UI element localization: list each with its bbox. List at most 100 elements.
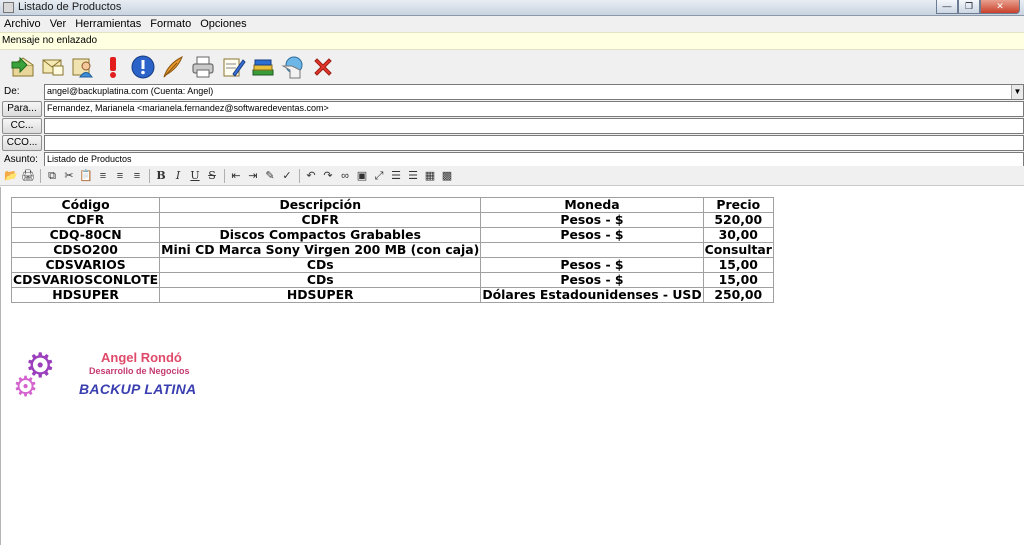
cell-codigo: CDSVARIOS xyxy=(10,257,161,273)
table-row: CDFR CDFR Pesos - $ 520,00 xyxy=(10,212,774,228)
cell-codigo: CDFR xyxy=(10,212,161,228)
table-header-row: Código Descripción Moneda Precio xyxy=(10,197,774,213)
italic-button[interactable]: I xyxy=(170,168,186,184)
cell-moneda: Pesos - $ xyxy=(480,227,704,243)
header-moneda: Moneda xyxy=(480,197,704,213)
products-table: Código Descripción Moneda Precio CDFR CD… xyxy=(10,197,774,303)
signature-company: BACKUP LATINA xyxy=(79,381,197,397)
books-icon[interactable] xyxy=(248,52,278,82)
cc-button[interactable]: CC... xyxy=(2,118,42,134)
priority-info-icon[interactable] xyxy=(128,52,158,82)
cell-precio: Consultar xyxy=(702,242,774,258)
signature-name: Angel Rondó xyxy=(101,350,182,365)
bullet-list-icon[interactable]: ☰ xyxy=(405,168,421,184)
image-icon[interactable]: ▣ xyxy=(354,168,370,184)
align-center-icon[interactable]: ≡ xyxy=(112,168,128,184)
cell-codigo: CDSVARIOSCONLOTE xyxy=(10,272,161,288)
align-right-icon[interactable]: ≡ xyxy=(129,168,145,184)
envelope-icon[interactable] xyxy=(38,52,68,82)
header-codigo: Código xyxy=(10,197,161,213)
cell-descripcion: HDSUPER xyxy=(159,287,482,303)
contact-icon[interactable] xyxy=(68,52,98,82)
maximize-button[interactable]: ❐ xyxy=(958,0,980,14)
feather-icon[interactable] xyxy=(158,52,188,82)
numbered-list-icon[interactable]: ☰ xyxy=(388,168,404,184)
menu-herramientas[interactable]: Herramientas xyxy=(75,16,146,32)
email-signature: ⚙ ⚙ Angel Rondó Desarrollo de Negocios B… xyxy=(13,347,223,407)
html-source-icon[interactable]: ▩ xyxy=(439,168,455,184)
from-value: angel@backuplatina.com (Cuenta: Angel) xyxy=(47,86,214,96)
table-row: CDSVARIOSCONLOTE CDs Pesos - $ 15,00 xyxy=(10,272,774,288)
edit-icon[interactable] xyxy=(218,52,248,82)
copy-icon[interactable]: ⧉ xyxy=(44,168,60,184)
find-replace-icon[interactable]: ✎ xyxy=(262,168,278,184)
menu-bar: Archivo Ver Herramientas Formato Opcione… xyxy=(0,16,1024,32)
open-folder-icon[interactable]: 📂 xyxy=(3,168,19,184)
main-toolbar xyxy=(0,50,1024,84)
bold-button[interactable]: B xyxy=(153,168,169,184)
from-label: De: xyxy=(4,86,20,97)
redo-icon[interactable]: ↷ xyxy=(320,168,336,184)
cell-descripcion: CDs xyxy=(159,272,482,288)
table-row: CDSVARIOS CDs Pesos - $ 15,00 xyxy=(10,257,774,273)
align-left-icon[interactable]: ≡ xyxy=(95,168,111,184)
menu-formato[interactable]: Formato xyxy=(150,16,196,32)
cell-descripcion: CDs xyxy=(159,257,482,273)
header-precio: Precio xyxy=(702,197,774,213)
cell-precio: 520,00 xyxy=(702,212,774,228)
title-bar: Listado de Productos — ❐ ✕ xyxy=(0,0,1024,16)
to-row: Para... Fernandez, Marianela <marianela.… xyxy=(0,101,1024,117)
close-button[interactable]: ✕ xyxy=(980,0,1020,14)
priority-high-icon[interactable] xyxy=(98,52,128,82)
undo-icon[interactable]: ↶ xyxy=(303,168,319,184)
to-button[interactable]: Para... xyxy=(2,101,42,117)
link-icon[interactable]: ∞ xyxy=(337,168,353,184)
cell-precio: 250,00 xyxy=(702,287,774,303)
menu-ver[interactable]: Ver xyxy=(50,16,72,32)
print-icon[interactable] xyxy=(188,52,218,82)
header-descripcion: Descripción xyxy=(159,197,482,213)
from-select[interactable]: angel@backuplatina.com (Cuenta: Angel) ▼ xyxy=(44,84,1024,100)
to-field[interactable]: Fernandez, Marianela <marianela.fernande… xyxy=(44,101,1024,117)
cell-precio: 15,00 xyxy=(702,272,774,288)
menu-archivo[interactable]: Archivo xyxy=(4,16,46,32)
message-bar: Mensaje no enlazado xyxy=(0,32,1024,50)
bcc-field[interactable] xyxy=(44,135,1024,151)
table-row: CDQ-80CN Discos Compactos Grabables Peso… xyxy=(10,227,774,243)
outdent-icon[interactable]: ⇤ xyxy=(228,168,244,184)
dropdown-arrow-icon[interactable]: ▼ xyxy=(1011,85,1023,99)
app-icon xyxy=(3,2,14,13)
cell-descripcion: CDFR xyxy=(159,212,482,228)
gear-icon: ⚙ xyxy=(13,371,39,402)
bcc-button[interactable]: CCO... xyxy=(2,135,42,151)
paste-icon[interactable]: 📋 xyxy=(78,168,94,184)
table-icon[interactable]: ▦ xyxy=(422,168,438,184)
cell-codigo: HDSUPER xyxy=(10,287,161,303)
cell-codigo: CDSO200 xyxy=(10,242,161,258)
minimize-button[interactable]: — xyxy=(936,0,958,14)
strikethrough-button[interactable]: S xyxy=(204,168,220,184)
print-small-icon[interactable]: 🖨 xyxy=(20,168,36,184)
menu-opciones[interactable]: Opciones xyxy=(200,16,251,32)
cell-descripcion: Mini CD Marca Sony Virgen 200 MB (con ca… xyxy=(159,242,482,258)
cc-row: CC... xyxy=(0,118,1024,134)
send-receive-icon[interactable] xyxy=(278,52,308,82)
spellcheck-icon[interactable]: ✓ xyxy=(279,168,295,184)
resize-icon[interactable]: ⤢ xyxy=(371,168,387,184)
indent-icon[interactable]: ⇥ xyxy=(245,168,261,184)
separator xyxy=(299,168,300,183)
cell-moneda: Pesos - $ xyxy=(480,257,704,273)
separator xyxy=(149,168,150,183)
cell-precio: 15,00 xyxy=(702,257,774,273)
reply-icon[interactable] xyxy=(8,52,38,82)
cell-codigo: CDQ-80CN xyxy=(10,227,161,243)
window-title: Listado de Productos xyxy=(18,1,122,13)
cc-field[interactable] xyxy=(44,118,1024,134)
table-row: CDSO200 Mini CD Marca Sony Virgen 200 MB… xyxy=(10,242,774,258)
message-body-editor[interactable]: Código Descripción Moneda Precio CDFR CD… xyxy=(0,187,1024,545)
underline-button[interactable]: U xyxy=(187,168,203,184)
message-header-fields: De: angel@backuplatina.com (Cuenta: Ange… xyxy=(0,84,1024,169)
cell-moneda: Pesos - $ xyxy=(480,272,704,288)
cut-icon[interactable]: ✂ xyxy=(61,168,77,184)
delete-icon[interactable] xyxy=(308,52,338,82)
